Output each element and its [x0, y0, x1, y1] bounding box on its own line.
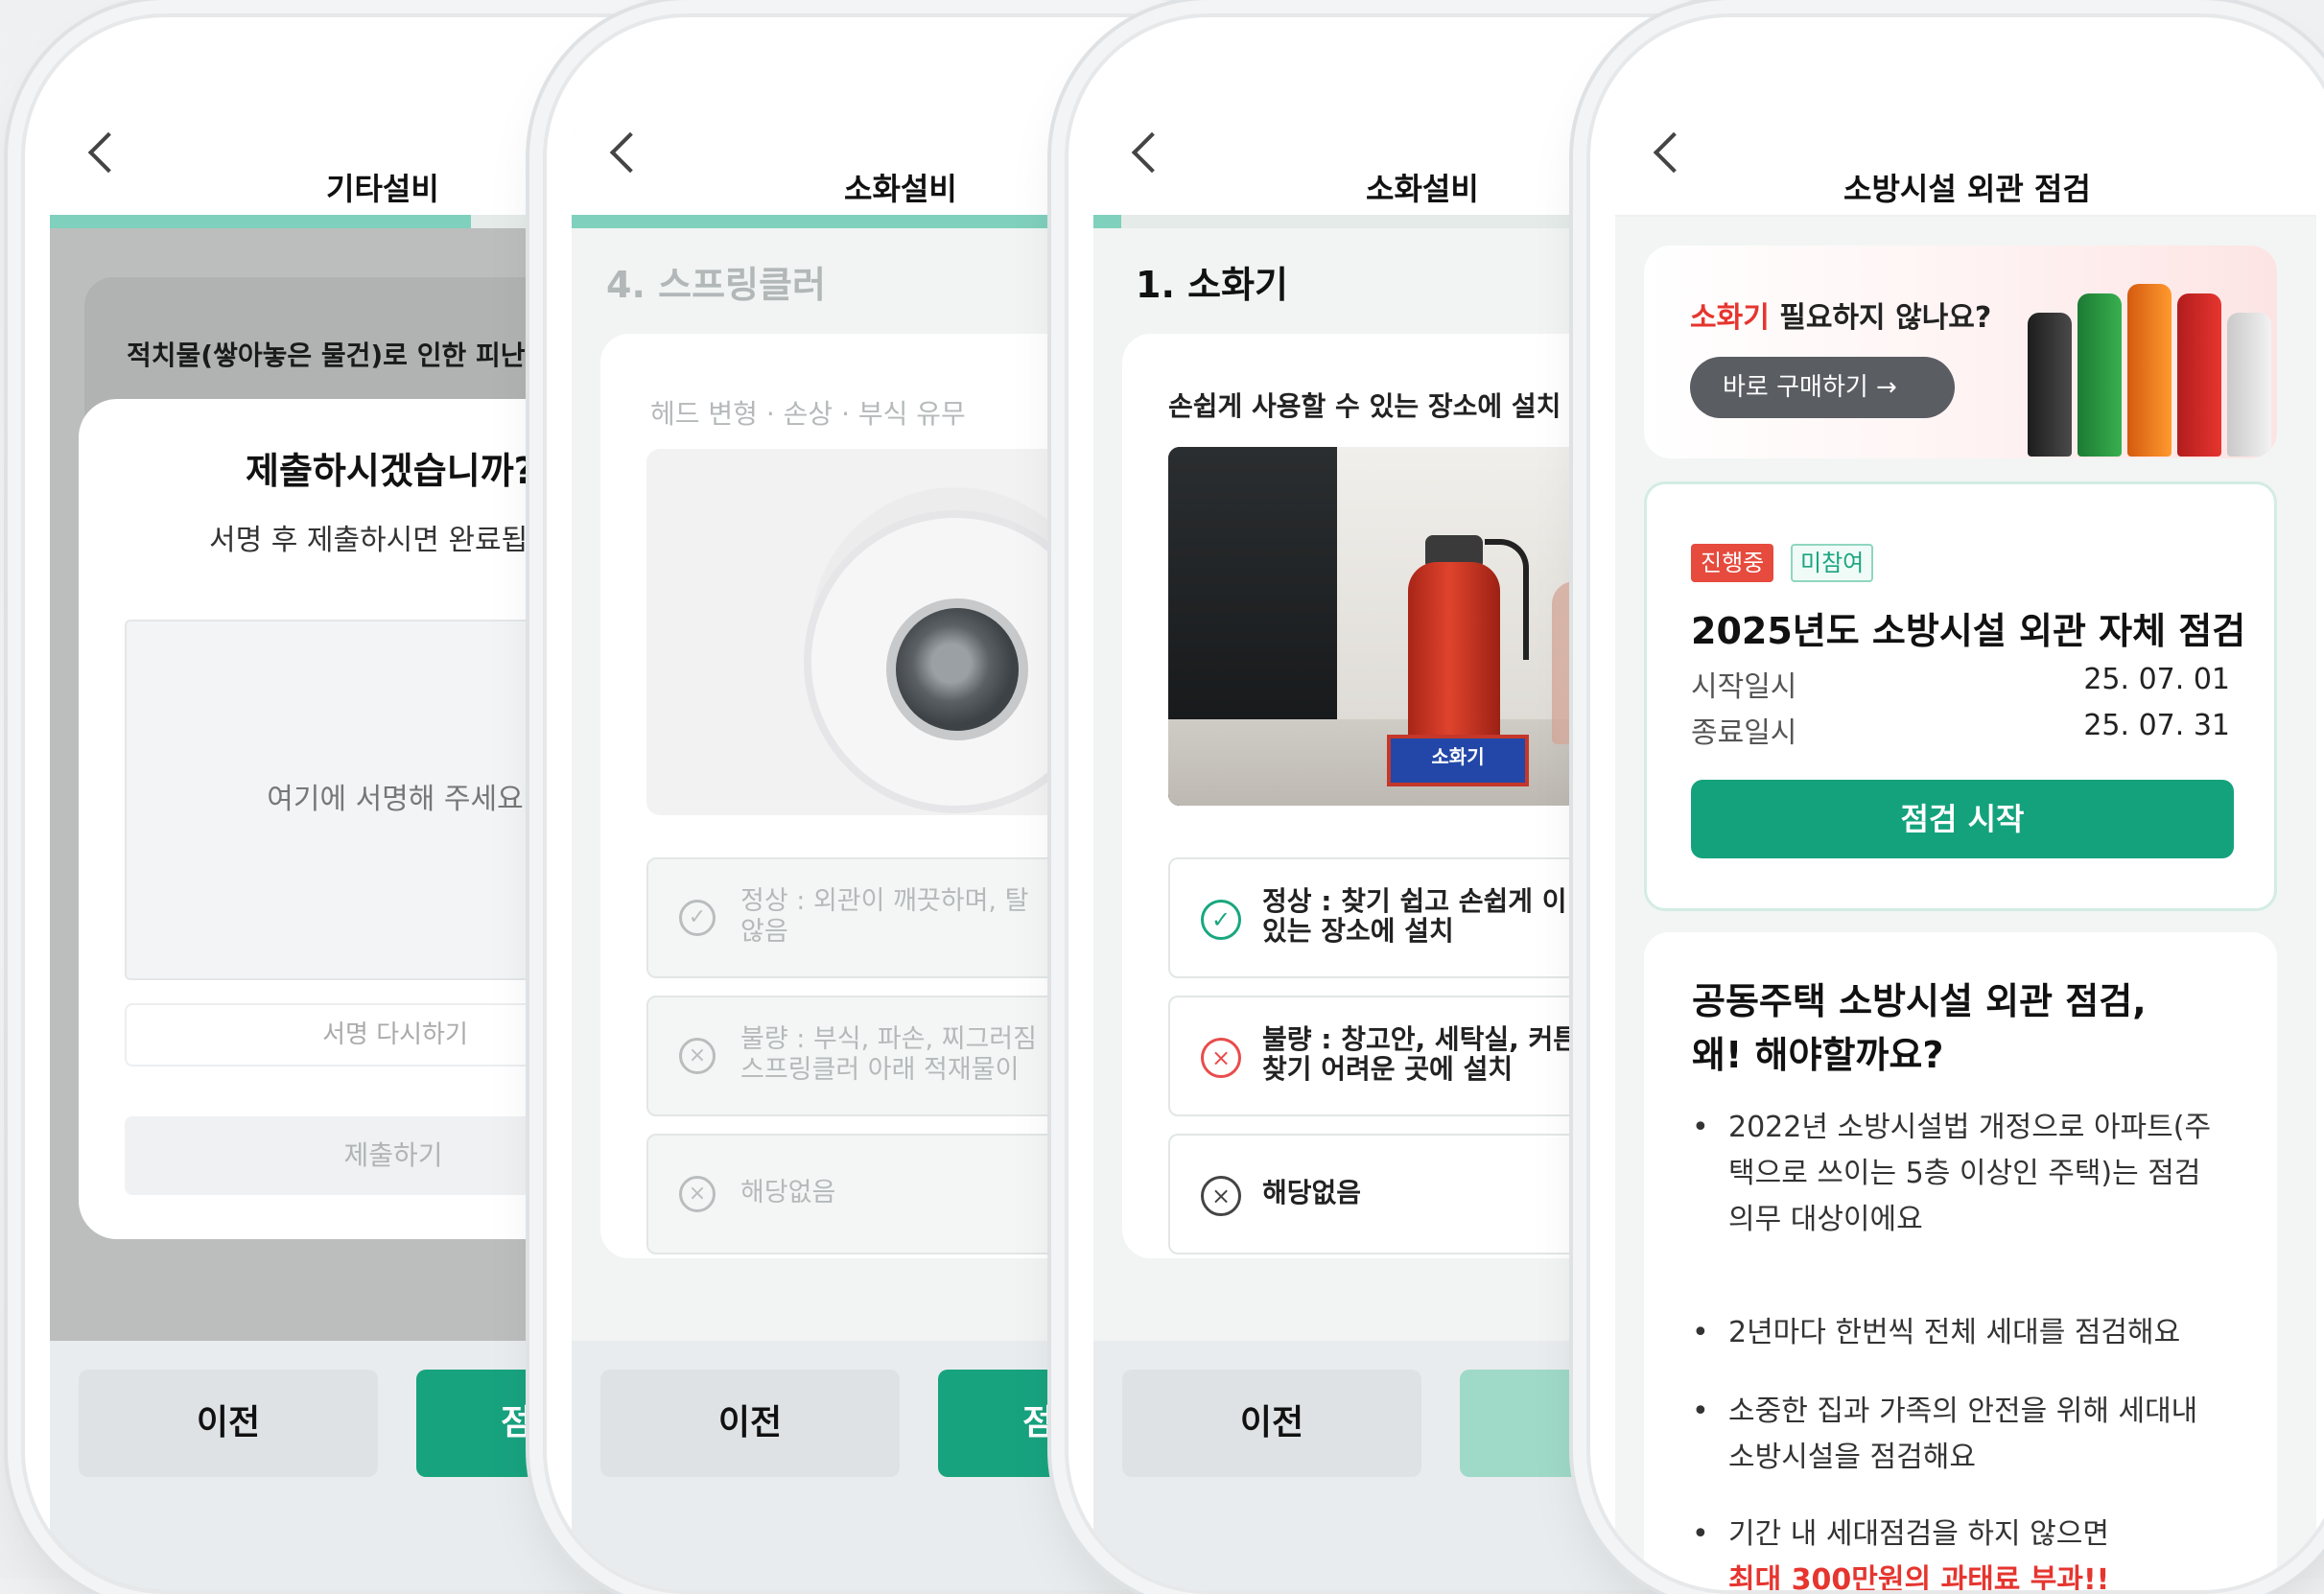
- page-title: 소화설비: [844, 171, 957, 207]
- question-text: 헤드 변형 · 손상 · 부식 유무: [650, 398, 966, 430]
- back-chevron-icon[interactable]: [609, 131, 651, 174]
- end-date-value: 25. 07. 31: [2083, 709, 2230, 742]
- product-orange: [2127, 284, 2171, 457]
- stand-label: 소화기: [1431, 745, 1485, 768]
- modal-title: 제출하시겠습니까?: [246, 450, 535, 492]
- question-text: 손쉽게 사용할 수 있는 장소에 설치: [1168, 390, 1561, 422]
- banner-text: 소화기 필요하지 않나요?: [1690, 301, 1992, 335]
- x-circle-icon: ×: [1201, 1176, 1241, 1216]
- participation-badge: 미참여: [1791, 544, 1874, 582]
- option-label: 정상 : 외관이 깨끗하며, 탈 않음: [740, 886, 1029, 947]
- end-date-label: 종료일시: [1691, 716, 1797, 750]
- page-title: 소화설비: [1366, 171, 1479, 207]
- extinguisher-stand: 소화기: [1387, 735, 1529, 786]
- product-green: [2078, 293, 2122, 457]
- status-badge: 진행중: [1691, 544, 1774, 582]
- check-circle-icon: ✓: [1201, 900, 1241, 940]
- modal-subtitle: 서명 후 제출하시면 완료됩니: [209, 524, 554, 557]
- extinguisher-body: [1408, 562, 1500, 744]
- header: 소방시설 외관 점검: [1615, 42, 2316, 217]
- progress-fill: [1093, 215, 1122, 228]
- x-circle-icon: ×: [679, 1176, 716, 1212]
- start-date-value: 25. 07. 01: [2083, 663, 2230, 696]
- option-label: 정상 : 찾기 쉽고 손쉽게 이 있는 장소에 설치: [1262, 885, 1567, 947]
- start-inspection-button[interactable]: 점검 시작: [1691, 780, 2234, 858]
- extinguisher-photo: 소화기: [1168, 447, 1609, 806]
- extinguisher-products-image: [2018, 265, 2277, 457]
- product-white: [2227, 313, 2271, 457]
- option-label: 해당없음: [740, 1178, 836, 1207]
- product-red: [2177, 293, 2221, 457]
- back-chevron-icon[interactable]: [1131, 131, 1173, 174]
- prev-button[interactable]: 이전: [1122, 1370, 1421, 1477]
- info-section: 공동주택 소방시설 외관 점검, 왜! 해야할까요? • 2022년 소방시설법 …: [1644, 932, 2277, 1590]
- check-circle-icon: ✓: [679, 900, 716, 936]
- extinguisher-ad-banner[interactable]: 소화기 필요하지 않나요? 바로 구매하기 →: [1644, 246, 2277, 458]
- product-black: [2028, 313, 2072, 457]
- page-title: 기타설비: [326, 171, 439, 207]
- sprinkler-head: [886, 598, 1028, 740]
- x-circle-icon: ×: [1201, 1038, 1241, 1078]
- inspection-title: 2025년도 소방시설 외관 자체 점검: [1691, 610, 2246, 652]
- phone-frame-inspection-home: 소방시설 외관 점검 소화기 필요하지 않나요? 바로 구매하기 → 진행중 미…: [1586, 13, 2324, 1594]
- prev-button[interactable]: 이전: [79, 1370, 378, 1477]
- prev-button[interactable]: 이전: [600, 1370, 900, 1477]
- page-title: 소방시설 외관 점검: [1843, 171, 2091, 207]
- option-label: 불량 : 창고안, 세탁실, 커튼 찾기 어려운 곳에 설치: [1262, 1023, 1579, 1085]
- back-chevron-icon[interactable]: [87, 131, 129, 174]
- x-circle-icon: ×: [679, 1038, 716, 1074]
- end-date-row: 종료일시 25. 07. 31: [1691, 709, 2230, 751]
- buy-now-button[interactable]: 바로 구매하기 →: [1690, 357, 1955, 418]
- start-date-row: 시작일시 25. 07. 01: [1691, 663, 2230, 705]
- inspection-card: 진행중 미참여 2025년도 소방시설 외관 자체 점검 시작일시 25. 07…: [1644, 481, 2277, 911]
- progress-fill: [50, 215, 471, 228]
- section-title: 4. 스프링클러: [606, 264, 826, 306]
- section-title: 1. 소화기: [1136, 264, 1288, 306]
- penalty-text: 최대 300만원의 과태료 부과!!: [1728, 1563, 2110, 1590]
- back-chevron-icon[interactable]: [1653, 131, 1695, 174]
- option-label: 해당없음: [1262, 1177, 1362, 1208]
- start-date-label: 시작일시: [1691, 670, 1797, 704]
- option-label: 불량 : 부식, 파손, 찌그러짐 스프링클러 아래 적재물이: [740, 1024, 1037, 1085]
- screen: 소방시설 외관 점검 소화기 필요하지 않나요? 바로 구매하기 → 진행중 미…: [1615, 42, 2316, 1590]
- info-heading: 공동주택 소방시설 외관 점검, 왜! 해야할까요?: [1692, 980, 2147, 1076]
